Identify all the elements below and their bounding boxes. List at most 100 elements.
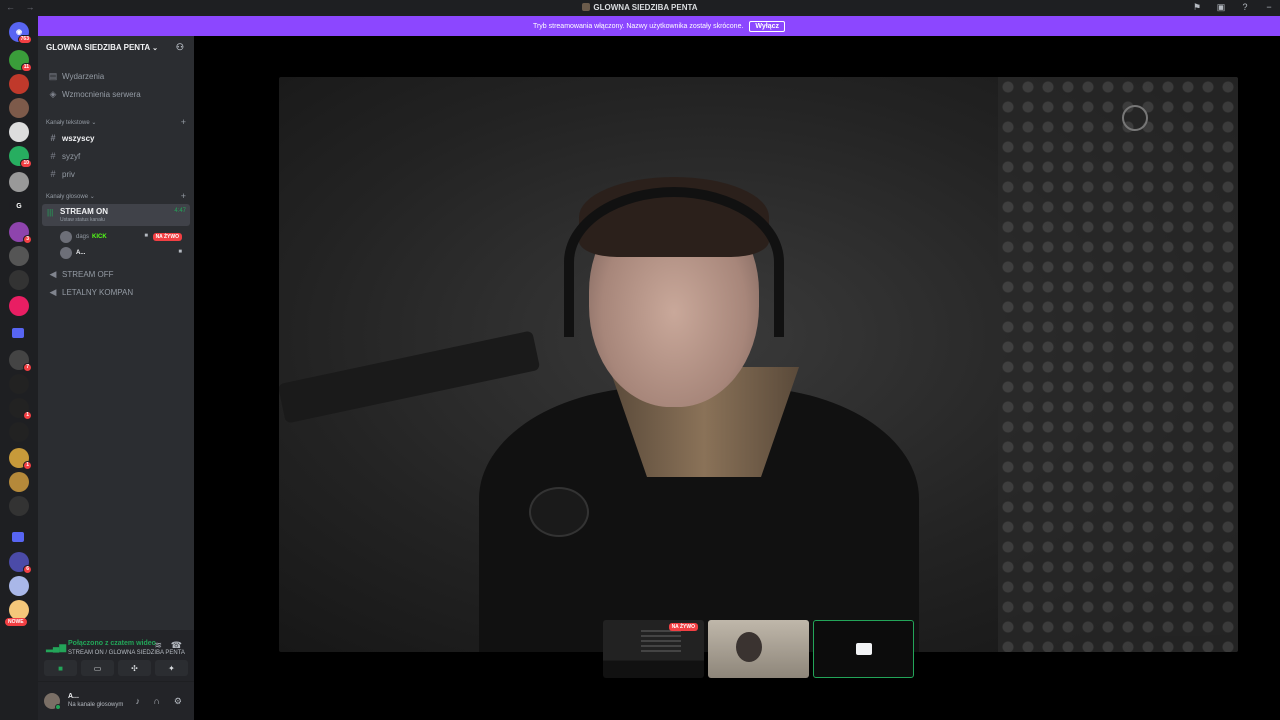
signal-icon: ▂▄▆ — [46, 642, 67, 652]
voice-channel-stream-off[interactable]: ◀ STREAM OFF — [44, 266, 188, 282]
microphone — [529, 487, 589, 537]
thumbnail-screen-share[interactable]: NA ŻYWO — [603, 620, 704, 678]
help-icon[interactable]: ? — [1240, 2, 1250, 13]
server-icon-16[interactable] — [9, 472, 29, 492]
server-icon-15[interactable]: 1 — [9, 448, 32, 470]
server-icon-4[interactable] — [9, 122, 29, 142]
settings-gear-icon[interactable]: ⚙ — [174, 696, 182, 707]
server-icon-11[interactable]: 7 — [9, 350, 32, 372]
server-icon-20[interactable] — [9, 600, 29, 620]
hash-icon: # — [50, 169, 56, 179]
participant-thumbnails: NA ŻYWO — [603, 620, 914, 678]
events-label: Wydarzenia — [62, 71, 105, 81]
server-name: GLOWNA SIEDZIBA PENTA — [46, 43, 151, 52]
server-boosts-item[interactable]: ◈ Wzmocnienia serwera — [44, 86, 188, 102]
disable-streamer-mode-button[interactable]: Wyłącz — [749, 20, 786, 32]
avatar — [60, 231, 72, 243]
server-icon-2[interactable] — [9, 74, 29, 94]
add-channel-icon[interactable]: + — [181, 117, 186, 127]
username[interactable]: A... — [68, 693, 79, 700]
channel-priv[interactable]: # priv — [44, 166, 188, 182]
new-unreads-pill[interactable]: NOWE — [5, 618, 27, 626]
voice-channel-name: STREAM ON — [60, 207, 108, 216]
hash-icon: # — [50, 151, 56, 161]
server-icon-6[interactable] — [9, 172, 29, 192]
voice-user[interactable]: dags KICK ■ NA ŻYWO — [60, 230, 186, 244]
channel-status[interactable]: Ustaw status kanału — [60, 217, 105, 223]
chevron-down-icon: ⌄ — [152, 45, 159, 52]
disconnect-icon[interactable]: ☎ — [171, 640, 182, 651]
voice-connected-label: Połączono z czatem wideo — [68, 640, 156, 647]
focused-video-stream[interactable] — [279, 77, 1238, 652]
server-icon-7[interactable]: 3 — [9, 222, 32, 244]
hash-icon: # — [50, 133, 56, 143]
server-folder-icon[interactable] — [12, 328, 24, 338]
avatar — [60, 247, 72, 259]
voice-user-name: dags — [76, 234, 90, 240]
soundboard-button[interactable]: ✦ — [155, 660, 188, 676]
server-icon-17[interactable] — [9, 496, 29, 516]
voice-user-name: A... — [76, 250, 86, 256]
headphones-icon[interactable]: ∩ — [154, 696, 160, 706]
voice-channels-category[interactable]: Kanały głosowe ⌄ + — [46, 191, 186, 201]
activities-button[interactable]: ✣ — [118, 660, 151, 676]
voice-user[interactable]: A... ■ — [60, 246, 186, 260]
server-icon-1[interactable]: 11 — [9, 50, 32, 72]
server-icon-g[interactable]: G — [9, 196, 29, 216]
channel-wszyscy[interactable]: # wszyscy — [44, 130, 188, 146]
voice-channel-letalny-kompan[interactable]: ◀ LETALNY KOMPAN — [44, 284, 188, 300]
server-icon-13[interactable]: 1 — [9, 398, 32, 420]
channel-label: STREAM OFF — [62, 269, 114, 279]
category-label: Kanały tekstowe — [46, 120, 90, 126]
server-badge: 11 — [20, 63, 32, 72]
camera-icon: ■ — [144, 233, 148, 239]
screen-share-icon[interactable]: ▣ — [1216, 2, 1226, 13]
channel-label: priv — [62, 169, 75, 179]
kick-tag: KICK — [92, 234, 107, 240]
camera-button[interactable]: ■ — [44, 660, 77, 676]
screen-content — [641, 630, 681, 654]
server-icon-5[interactable]: 10 — [9, 146, 32, 168]
add-member-icon[interactable]: ⚇ — [176, 42, 184, 53]
text-channels-category[interactable]: Kanały tekstowe ⌄ + — [46, 117, 186, 127]
calendar-icon: ▤ — [48, 70, 58, 81]
server-icon — [582, 3, 591, 11]
channel-label: syzyf — [62, 151, 81, 161]
server-icon-19[interactable] — [9, 576, 29, 596]
camera-icon — [856, 643, 872, 655]
video-stage: NA ŻYWO — [194, 36, 1280, 720]
noise-suppression-icon[interactable]: ≋ — [154, 640, 162, 651]
voice-activity-icon: ||| — [47, 208, 54, 217]
voice-channel-stream-on[interactable]: ||| STREAM ON Ustaw status kanału 4:47 — [42, 204, 190, 226]
server-icon-9[interactable] — [9, 270, 29, 290]
add-channel-icon[interactable]: + — [181, 191, 186, 201]
server-icon-12[interactable] — [9, 374, 29, 394]
loading-spinner-icon — [1122, 105, 1148, 131]
participant-figure — [736, 632, 762, 662]
speaker-icon: ◀ — [49, 286, 57, 297]
inbox-icon[interactable]: ⚑ — [1192, 2, 1202, 13]
home-button[interactable]: ◉ 763 — [9, 22, 32, 44]
server-icon-14[interactable] — [9, 422, 29, 442]
microphone-icon[interactable]: ♪ — [136, 696, 141, 706]
thumbnail-self-camera[interactable] — [813, 620, 914, 678]
events-item[interactable]: ▤ Wydarzenia — [44, 68, 188, 84]
server-badge: 1 — [23, 411, 32, 420]
screen-share-button[interactable]: ▭ — [81, 660, 114, 676]
server-folder-icon[interactable] — [12, 532, 24, 542]
acoustic-foam-background — [998, 77, 1238, 652]
server-icon-10[interactable] — [9, 296, 29, 316]
server-icon-18[interactable]: 6 — [9, 552, 32, 574]
voice-location[interactable]: STREAM ON / GLOWNA SIEDZIBA PENTA — [68, 650, 185, 656]
server-header[interactable]: GLOWNA SIEDZIBA PENTA ⌄ ⚇ — [38, 36, 194, 60]
user-panel: A... Na kanale głosowym ♪ ∩ ⚙ — [38, 682, 194, 720]
server-icon-8[interactable] — [9, 246, 29, 266]
server-icon-3[interactable] — [9, 98, 29, 118]
online-status-dot — [55, 704, 61, 710]
thumbnail-participant[interactable] — [708, 620, 809, 678]
channel-syzyf[interactable]: # syzyf — [44, 148, 188, 164]
speaker-icon: ◀ — [49, 268, 57, 279]
server-badge: 6 — [23, 565, 32, 574]
camera-icon: ■ — [178, 249, 182, 255]
minimize-icon[interactable]: − — [1264, 2, 1274, 13]
